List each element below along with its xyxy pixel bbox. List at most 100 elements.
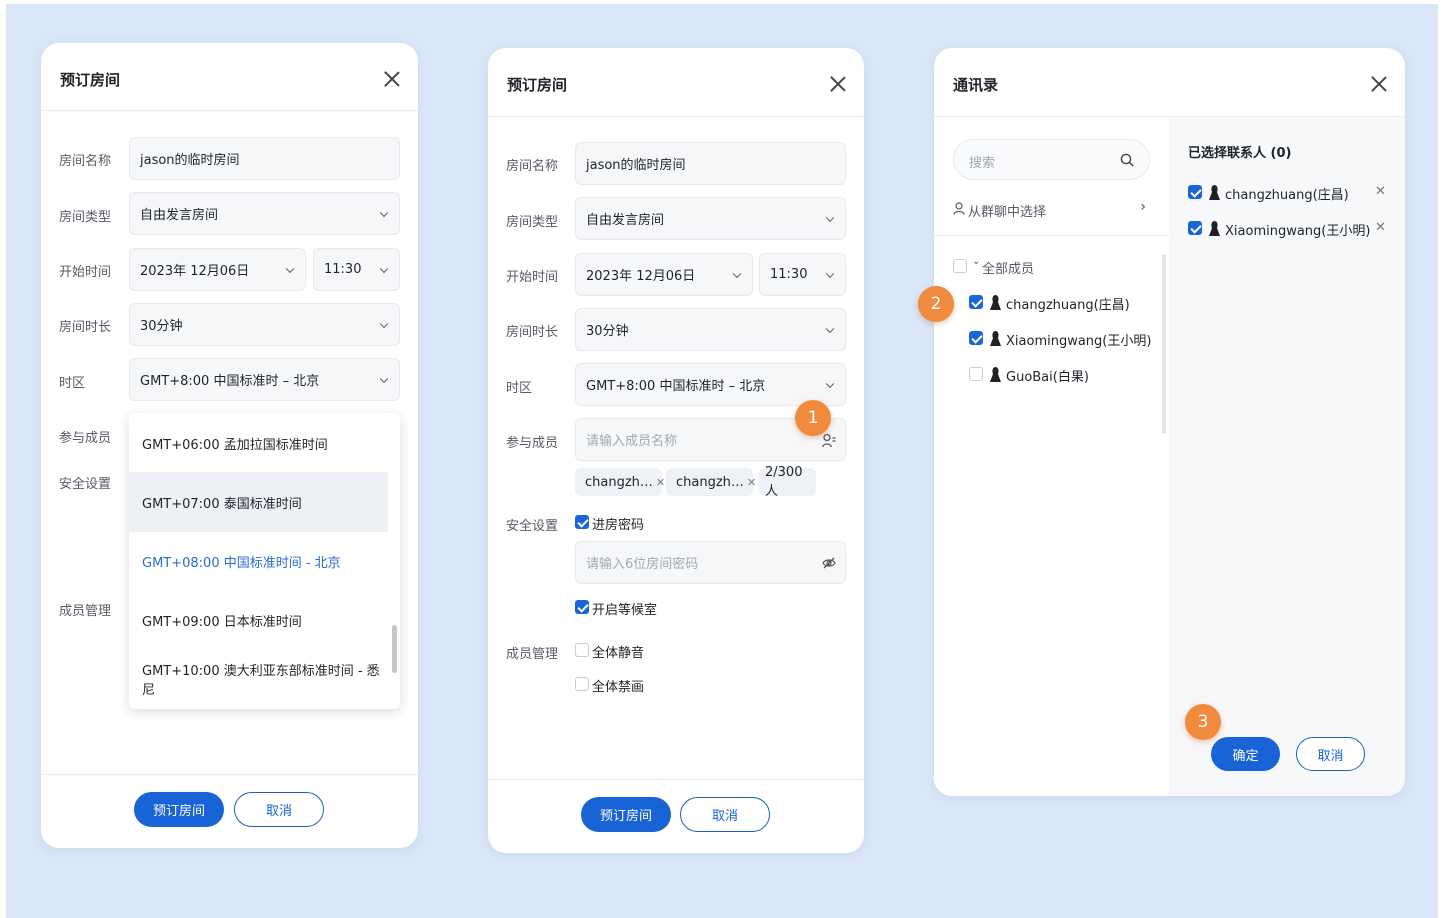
date-value: 2023年 12月06日 [586, 269, 696, 284]
eye-off-icon[interactable] [822, 556, 836, 570]
room-type-select[interactable]: 自由发言房间 [575, 197, 846, 240]
room-name-label: 房间名称 [506, 159, 559, 174]
contacts-right-pane: 已选择联系人 (0) changzhuang(庄昌) ✕ Xiaomingwan… [1169, 117, 1405, 796]
close-icon[interactable] [829, 75, 847, 93]
select-from-group-row[interactable]: 从群聊中选择 › [953, 199, 1150, 221]
timezone-select[interactable]: GMT+8:00 中国标准时 – 北京 [575, 363, 846, 406]
mute-all-checkbox[interactable] [575, 643, 589, 657]
timezone-option[interactable]: GMT+10:00 澳大利亚东部标准时间 - 悉尼 [129, 649, 388, 709]
contact-name: changzhuang(庄昌) [1006, 298, 1130, 313]
selected-contacts-header: 已选择联系人 (0) [1188, 146, 1292, 161]
search-icon[interactable] [1120, 153, 1134, 167]
contacts-left-pane: 搜索 从群聊中选择 › ⌄ 全部成员 changzhuang(庄昌) Xiaom… [934, 117, 1169, 796]
avatar [1209, 221, 1220, 236]
contact-checkbox-xiaomingwang[interactable] [969, 331, 983, 345]
room-name-label: 房间名称 [59, 154, 112, 169]
room-type-select[interactable]: 自由发言房间 [129, 192, 400, 235]
search-input[interactable]: 搜索 [953, 139, 1150, 180]
avatar [990, 295, 1001, 310]
step-badge-2: 2 [918, 286, 954, 322]
cancel-button[interactable]: 取消 [1296, 737, 1365, 771]
timezone-label: 时区 [59, 376, 86, 391]
selected-contact-name: changzhuang(庄昌) [1225, 188, 1349, 203]
selected-contact-name: Xiaomingwang(王小明) [1225, 224, 1371, 239]
time-value: 11:30 [324, 262, 362, 277]
room-password-label: 进房密码 [592, 518, 645, 533]
date-select[interactable]: 2023年 12月06日 [575, 253, 753, 296]
book-room-button[interactable]: 预订房间 [581, 797, 671, 832]
start-time-label: 开始时间 [506, 270, 559, 285]
timezone-option[interactable]: GMT+09:00 日本标准时间 [129, 590, 388, 650]
time-value: 11:30 [770, 267, 808, 282]
chevron-down-icon [732, 269, 742, 278]
time-select[interactable]: 11:30 [313, 248, 400, 291]
member-tag-name: changzh… [585, 474, 653, 490]
dialog-title: 预订房间 [60, 71, 121, 89]
date-value: 2023年 12月06日 [140, 264, 250, 279]
date-select[interactable]: 2023年 12月06日 [129, 248, 306, 291]
room-password-checkbox[interactable] [575, 515, 589, 529]
select-from-group-label: 从群聊中选择 [968, 205, 1047, 220]
duration-select[interactable]: 30分钟 [129, 303, 400, 346]
all-members-label: 全部成员 [982, 262, 1035, 277]
duration-label: 房间时长 [506, 325, 559, 340]
room-type-value: 自由发言房间 [586, 213, 665, 228]
duration-value: 30分钟 [586, 324, 629, 339]
members-label: 参与成员 [59, 431, 112, 446]
timezone-value: GMT+8:00 中国标准时 – 北京 [140, 374, 320, 389]
remove-tag-icon[interactable]: ✕ [656, 476, 665, 489]
timezone-select[interactable]: GMT+8:00 中国标准时 – 北京 [129, 358, 400, 401]
close-icon[interactable] [383, 70, 401, 88]
waiting-room-checkbox[interactable] [575, 600, 589, 614]
contact-checkbox-changzhuang[interactable] [969, 295, 983, 309]
contact-checkbox-guobai[interactable] [969, 367, 983, 381]
cancel-button[interactable]: 取消 [680, 797, 770, 832]
ban-video-checkbox[interactable] [575, 677, 589, 691]
member-tag[interactable]: changzh… ✕ [666, 468, 756, 496]
remove-tag-icon[interactable]: ✕ [747, 476, 756, 489]
all-members-checkbox[interactable] [953, 259, 967, 273]
chevron-down-icon [379, 208, 389, 217]
duration-select[interactable]: 30分钟 [575, 308, 846, 351]
member-tag[interactable]: changzh… ✕ [575, 468, 665, 496]
list-scrollbar[interactable] [1162, 254, 1166, 434]
room-password-input[interactable]: 请输入6位房间密码 [575, 541, 846, 584]
start-time-label: 开始时间 [59, 265, 112, 280]
timezone-option-hovered[interactable]: GMT+07:00 泰国标准时间 [129, 472, 388, 532]
timezone-option[interactable]: GMT+06:00 孟加拉国标准时间 [129, 413, 388, 473]
remove-selected-icon[interactable]: ✕ [1375, 184, 1386, 199]
contacts-icon[interactable] [822, 433, 836, 448]
time-select[interactable]: 11:30 [759, 253, 846, 296]
avatar [1209, 185, 1220, 200]
members-label: 参与成员 [506, 436, 559, 451]
header-divider [488, 116, 864, 117]
step-badge-1: 1 [795, 400, 831, 436]
member-search-placeholder: 请输入成员名称 [586, 434, 678, 449]
remove-selected-icon[interactable]: ✕ [1375, 220, 1386, 235]
book-room-button[interactable]: 预订房间 [134, 792, 224, 827]
mute-all-label: 全体静音 [592, 646, 645, 661]
cancel-button[interactable]: 取消 [234, 792, 324, 827]
duration-value: 30分钟 [140, 319, 183, 334]
ban-video-label: 全体禁画 [592, 680, 645, 695]
waiting-room-label: 开启等候室 [592, 603, 658, 618]
avatar [990, 367, 1001, 382]
room-password-placeholder: 请输入6位房间密码 [586, 557, 699, 572]
close-icon[interactable] [1370, 75, 1388, 93]
header-divider [41, 110, 418, 111]
selected-checkbox[interactable] [1188, 185, 1202, 199]
timezone-option-selected[interactable]: GMT+08:00 中国标准时间 - 北京 [129, 531, 388, 591]
expand-chevron-icon[interactable]: ⌄ [972, 256, 980, 267]
chevron-down-icon [825, 324, 835, 333]
avatar [990, 331, 1001, 346]
timezone-value: GMT+8:00 中国标准时 – 北京 [586, 379, 766, 394]
step-badge-3: 3 [1185, 704, 1221, 740]
selected-checkbox[interactable] [1188, 221, 1202, 235]
member-tag-name: changzh… [676, 474, 744, 490]
room-name-input[interactable]: jason的临时房间 [129, 137, 400, 180]
room-name-input[interactable]: jason的临时房间 [575, 142, 846, 185]
confirm-button[interactable]: 确定 [1211, 737, 1280, 771]
member-count-text: 2/300 人 [765, 465, 803, 499]
room-type-label: 房间类型 [506, 215, 559, 230]
dropdown-scrollbar[interactable] [392, 625, 397, 673]
